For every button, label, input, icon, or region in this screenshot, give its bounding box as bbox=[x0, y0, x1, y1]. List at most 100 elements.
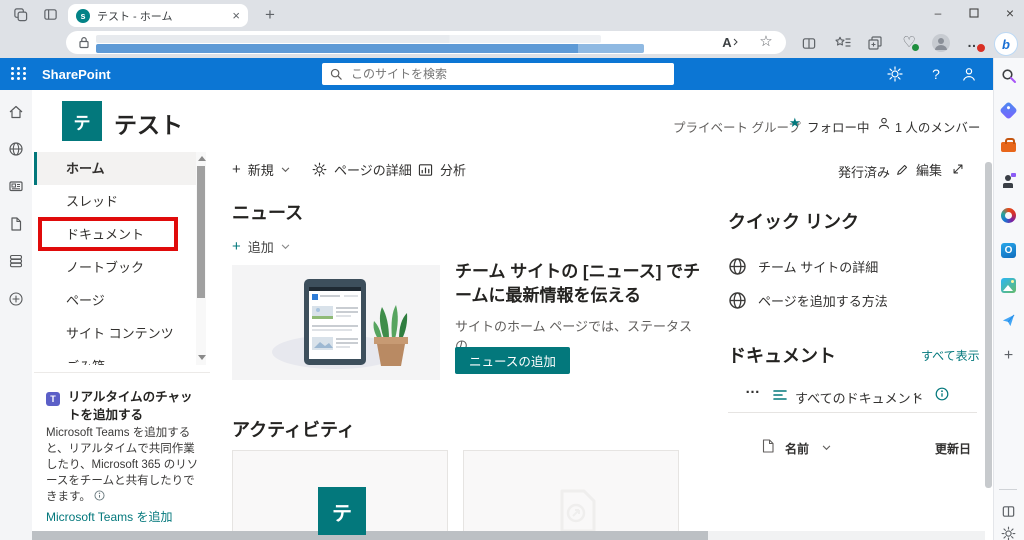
nav-item-site-contents[interactable]: サイト コンテンツ bbox=[34, 317, 196, 350]
split-screen-icon[interactable] bbox=[800, 34, 818, 52]
news-illustration bbox=[232, 265, 440, 380]
browser-essentials-icon[interactable]: ♡ bbox=[899, 32, 919, 52]
profile-avatar[interactable] bbox=[932, 34, 950, 52]
search-input[interactable] bbox=[349, 66, 666, 82]
page-details-button[interactable]: ページの詳細 bbox=[312, 160, 412, 179]
essentials-status-badge bbox=[911, 43, 920, 52]
published-status: 発行済み bbox=[838, 162, 890, 181]
view-list-icon[interactable] bbox=[772, 388, 787, 401]
activity-card-2[interactable] bbox=[463, 450, 679, 540]
appbar-home-icon[interactable] bbox=[8, 104, 24, 120]
quick-link-add-page[interactable]: ページを追加する方法 bbox=[728, 291, 888, 310]
edge-sidebar bbox=[993, 58, 1024, 540]
sidebar-settings-icon[interactable] bbox=[999, 524, 1018, 540]
news-add-button[interactable]: + 追加 bbox=[232, 237, 290, 256]
edit-button[interactable]: 編集 bbox=[895, 160, 942, 179]
sidebar-microsoft365-icon[interactable] bbox=[999, 206, 1018, 225]
plus-icon: + bbox=[232, 161, 241, 178]
info-icon[interactable] bbox=[94, 490, 105, 501]
pencil-icon bbox=[895, 163, 909, 177]
plus-icon: + bbox=[232, 238, 241, 255]
tab-title: テスト - ホーム bbox=[97, 8, 232, 24]
tab-close-icon[interactable]: × bbox=[232, 8, 240, 23]
members-label[interactable]: 1 人のメンバー bbox=[895, 117, 980, 136]
add-teams-link[interactable]: Microsoft Teams を追加 bbox=[46, 508, 172, 525]
appbar-create-icon[interactable] bbox=[8, 291, 24, 307]
nav-divider bbox=[34, 372, 210, 373]
view-selector[interactable]: すべてのドキュメント bbox=[795, 388, 924, 407]
follow-star-icon[interactable]: ★ bbox=[789, 115, 801, 131]
workspaces-icon[interactable] bbox=[12, 6, 28, 22]
page-vertical-scrollbar[interactable] bbox=[985, 162, 992, 488]
nav-item-thread[interactable]: スレッド bbox=[34, 185, 196, 218]
globe-icon bbox=[728, 291, 747, 310]
nav-item-home[interactable]: ホーム bbox=[34, 152, 196, 185]
chevron-down-icon bbox=[281, 167, 290, 173]
chevron-down-icon[interactable] bbox=[913, 393, 922, 399]
teams-icon: T bbox=[46, 392, 60, 406]
favorite-star-icon[interactable]: ☆ bbox=[756, 31, 776, 51]
window-maximize-button[interactable] bbox=[958, 2, 990, 24]
column-modified[interactable]: 更新日 bbox=[935, 440, 971, 457]
column-name[interactable]: 名前 bbox=[785, 440, 809, 457]
nav-scroll-up-icon[interactable] bbox=[198, 156, 206, 161]
analytics-button[interactable]: 分析 bbox=[418, 160, 466, 179]
appbar-globe-icon[interactable] bbox=[8, 141, 24, 157]
page-horizontal-scrollbar-thumb[interactable] bbox=[32, 531, 708, 540]
privacy-label: プライベート グループ bbox=[673, 117, 801, 136]
library-info-icon[interactable] bbox=[934, 386, 949, 401]
sidebar-drop-icon[interactable] bbox=[999, 311, 1018, 330]
nav-item-notebook[interactable]: ノートブック bbox=[34, 251, 196, 284]
fullscreen-icon[interactable] bbox=[950, 161, 966, 177]
activity-heading: アクティビティ bbox=[232, 416, 355, 442]
notification-badge bbox=[976, 43, 986, 53]
activity-site-tile: テ bbox=[318, 487, 366, 535]
nav-item-recycle-bin[interactable]: ごみ箱 bbox=[34, 350, 196, 365]
browser-tab-active[interactable]: s テスト - ホーム × bbox=[68, 4, 248, 27]
bing-chat-icon[interactable]: b bbox=[994, 32, 1018, 56]
sidebar-search-icon[interactable] bbox=[999, 66, 1018, 85]
new-tab-button[interactable]: + bbox=[258, 4, 282, 26]
sidebar-games-icon[interactable] bbox=[999, 171, 1018, 190]
tab-actions-icon[interactable] bbox=[42, 6, 58, 22]
collections-icon[interactable] bbox=[866, 34, 884, 52]
appbar-file-icon[interactable] bbox=[8, 216, 24, 232]
nav-item-pages[interactable]: ページ bbox=[34, 284, 196, 317]
new-button[interactable]: + 新規 bbox=[232, 160, 290, 179]
chevron-down-icon[interactable] bbox=[822, 445, 831, 451]
nav-scroll-down-icon[interactable] bbox=[198, 355, 206, 360]
settings-gear-icon[interactable] bbox=[886, 65, 904, 83]
sidebar-shopping-icon[interactable] bbox=[999, 101, 1018, 120]
site-nav: ホーム スレッド ドキュメント ノートブック ページ サイト コンテンツ ごみ箱 bbox=[34, 152, 196, 365]
news-card-title[interactable]: チーム サイトの [ニュース] でチームに最新情報を伝える bbox=[455, 260, 707, 308]
teams-promo-title: リアルタイムのチャットを追加する bbox=[68, 389, 200, 424]
browser-tabstrip: s テスト - ホーム × + – × bbox=[0, 0, 1024, 28]
sidebar-panel-icon[interactable] bbox=[999, 502, 1018, 521]
sidebar-tools-icon[interactable] bbox=[999, 137, 1018, 156]
quick-link-site-details[interactable]: チーム サイトの詳細 bbox=[728, 257, 878, 276]
more-menu-icon[interactable]: … bbox=[964, 32, 984, 52]
follow-label[interactable]: フォロー中 bbox=[807, 117, 870, 136]
appbar-library-icon[interactable] bbox=[8, 253, 24, 269]
sidebar-add-icon[interactable]: + bbox=[999, 346, 1018, 365]
documents-more-icon[interactable]: … bbox=[745, 380, 760, 397]
site-logo[interactable]: テ bbox=[62, 101, 102, 141]
read-aloud-icon[interactable]: A bbox=[720, 33, 740, 51]
account-icon[interactable] bbox=[960, 65, 978, 83]
see-all-link[interactable]: すべて表示 bbox=[921, 347, 980, 364]
app-launcher-icon[interactable] bbox=[11, 67, 27, 80]
file-type-column-icon[interactable] bbox=[761, 438, 775, 453]
site-search-box[interactable] bbox=[322, 63, 674, 85]
nav-scroll-thumb[interactable] bbox=[197, 166, 205, 298]
help-icon[interactable]: ? bbox=[928, 66, 944, 82]
window-minimize-button[interactable]: – bbox=[922, 2, 954, 24]
window-close-button[interactable]: × bbox=[994, 2, 1024, 24]
favorites-bar-icon[interactable] bbox=[833, 34, 851, 52]
annotation-highlight-documents bbox=[38, 217, 178, 251]
suite-brand[interactable]: SharePoint bbox=[42, 67, 111, 82]
appbar-news-icon[interactable] bbox=[8, 178, 24, 194]
url-redaction-highlight bbox=[96, 44, 644, 53]
add-news-button[interactable]: ニュースの追加 bbox=[455, 347, 570, 374]
sidebar-designer-icon[interactable] bbox=[999, 276, 1018, 295]
sidebar-outlook-icon[interactable]: O bbox=[999, 241, 1018, 260]
